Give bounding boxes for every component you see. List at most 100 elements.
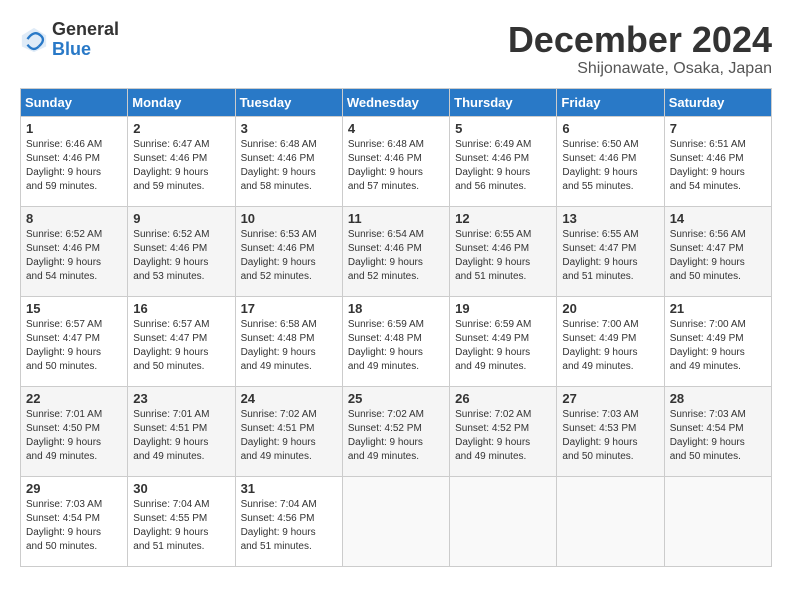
calendar-cell: 14 Sunrise: 6:56 AMSunset: 4:47 PMDayligh… bbox=[664, 206, 771, 296]
calendar-cell: 19 Sunrise: 6:59 AMSunset: 4:49 PMDayligh… bbox=[450, 296, 557, 386]
cell-content: Sunrise: 6:59 AMSunset: 4:48 PMDaylight:… bbox=[348, 319, 424, 372]
calendar-cell: 10Sunrise: 6:53 AMSunset: 4:46 PMDayligh… bbox=[235, 206, 342, 296]
calendar-cell bbox=[557, 476, 664, 566]
cell-content: Sunrise: 6:55 AMSunset: 4:46 PMDaylight:… bbox=[455, 229, 531, 282]
day-number: 13 bbox=[562, 211, 658, 226]
header-wednesday: Wednesday bbox=[342, 88, 449, 116]
calendar-cell: 27 Sunrise: 7:03 AMSunset: 4:53 PMDayligh… bbox=[557, 386, 664, 476]
logo: General Blue bbox=[20, 20, 119, 60]
cell-content: Sunrise: 6:55 AMSunset: 4:47 PMDaylight:… bbox=[562, 229, 638, 282]
calendar-cell: 6 Sunrise: 6:50 AMSunset: 4:46 PMDaylight… bbox=[557, 116, 664, 206]
calendar-cell bbox=[342, 476, 449, 566]
day-number: 23 bbox=[133, 391, 229, 406]
day-number: 26 bbox=[455, 391, 551, 406]
week-row-5: 29Sunrise: 7:03 AMSunset: 4:54 PMDayligh… bbox=[21, 476, 772, 566]
day-number: 12 bbox=[455, 211, 551, 226]
day-number: 1 bbox=[26, 121, 122, 136]
calendar-cell: 25 Sunrise: 7:02 AMSunset: 4:52 PMDayligh… bbox=[342, 386, 449, 476]
header-tuesday: Tuesday bbox=[235, 88, 342, 116]
day-number: 25 bbox=[348, 391, 444, 406]
calendar-cell bbox=[450, 476, 557, 566]
day-number: 19 bbox=[455, 301, 551, 316]
cell-content: Sunrise: 6:52 AMSunset: 4:46 PMDaylight:… bbox=[133, 229, 209, 282]
calendar-cell: 11Sunrise: 6:54 AMSunset: 4:46 PMDayligh… bbox=[342, 206, 449, 296]
calendar-cell: 17 Sunrise: 6:58 AMSunset: 4:48 PMDayligh… bbox=[235, 296, 342, 386]
day-number: 6 bbox=[562, 121, 658, 136]
month-title: December 2024 bbox=[508, 20, 772, 60]
calendar-cell: 31Sunrise: 7:04 AMSunset: 4:56 PMDayligh… bbox=[235, 476, 342, 566]
cell-content: Sunrise: 7:03 AMSunset: 4:54 PMDaylight:… bbox=[670, 409, 746, 462]
day-number: 14 bbox=[670, 211, 766, 226]
day-number: 11 bbox=[348, 211, 444, 226]
calendar-cell: 2 Sunrise: 6:47 AMSunset: 4:46 PMDaylight… bbox=[128, 116, 235, 206]
day-number: 29 bbox=[26, 481, 122, 496]
calendar-cell: 15 Sunrise: 6:57 AMSunset: 4:47 PMDayligh… bbox=[21, 296, 128, 386]
cell-content: Sunrise: 6:58 AMSunset: 4:48 PMDaylight:… bbox=[241, 319, 317, 372]
cell-content: Sunrise: 6:48 AMSunset: 4:46 PMDaylight:… bbox=[241, 139, 317, 192]
header-saturday: Saturday bbox=[664, 88, 771, 116]
day-number: 8 bbox=[26, 211, 122, 226]
logo-icon bbox=[20, 26, 48, 54]
location: Shijonawate, Osaka, Japan bbox=[508, 60, 772, 78]
cell-content: Sunrise: 7:02 AMSunset: 4:52 PMDaylight:… bbox=[348, 409, 424, 462]
cell-content: Sunrise: 7:01 AMSunset: 4:51 PMDaylight:… bbox=[133, 409, 209, 462]
cell-content: Sunrise: 7:01 AMSunset: 4:50 PMDaylight:… bbox=[26, 409, 102, 462]
calendar-cell: 28Sunrise: 7:03 AMSunset: 4:54 PMDayligh… bbox=[664, 386, 771, 476]
week-row-3: 15 Sunrise: 6:57 AMSunset: 4:47 PMDayligh… bbox=[21, 296, 772, 386]
day-number: 27 bbox=[562, 391, 658, 406]
calendar-cell: 23 Sunrise: 7:01 AMSunset: 4:51 PMDayligh… bbox=[128, 386, 235, 476]
calendar-cell: 9 Sunrise: 6:52 AMSunset: 4:46 PMDaylight… bbox=[128, 206, 235, 296]
calendar-cell: 5Sunrise: 6:49 AMSunset: 4:46 PMDaylight… bbox=[450, 116, 557, 206]
header-thursday: Thursday bbox=[450, 88, 557, 116]
week-row-4: 22 Sunrise: 7:01 AMSunset: 4:50 PMDayligh… bbox=[21, 386, 772, 476]
header-friday: Friday bbox=[557, 88, 664, 116]
week-row-2: 8 Sunrise: 6:52 AMSunset: 4:46 PMDaylight… bbox=[21, 206, 772, 296]
calendar-cell: 16 Sunrise: 6:57 AMSunset: 4:47 PMDayligh… bbox=[128, 296, 235, 386]
day-number: 20 bbox=[562, 301, 658, 316]
calendar-cell: 7 Sunrise: 6:51 AMSunset: 4:46 PMDaylight… bbox=[664, 116, 771, 206]
day-number: 2 bbox=[133, 121, 229, 136]
cell-content: Sunrise: 6:48 AMSunset: 4:46 PMDaylight:… bbox=[348, 139, 424, 192]
day-number: 22 bbox=[26, 391, 122, 406]
cell-content: Sunrise: 7:00 AMSunset: 4:49 PMDaylight:… bbox=[562, 319, 638, 372]
header-row: SundayMondayTuesdayWednesdayThursdayFrid… bbox=[21, 88, 772, 116]
day-number: 31 bbox=[241, 481, 337, 496]
calendar-cell: 29Sunrise: 7:03 AMSunset: 4:54 PMDayligh… bbox=[21, 476, 128, 566]
day-number: 16 bbox=[133, 301, 229, 316]
day-number: 17 bbox=[241, 301, 337, 316]
day-number: 9 bbox=[133, 211, 229, 226]
day-number: 3 bbox=[241, 121, 337, 136]
day-number: 30 bbox=[133, 481, 229, 496]
day-number: 4 bbox=[348, 121, 444, 136]
header-sunday: Sunday bbox=[21, 88, 128, 116]
cell-content: Sunrise: 6:57 AMSunset: 4:47 PMDaylight:… bbox=[26, 319, 102, 372]
calendar-cell: 4 Sunrise: 6:48 AMSunset: 4:46 PMDaylight… bbox=[342, 116, 449, 206]
calendar-cell: 20 Sunrise: 7:00 AMSunset: 4:49 PMDayligh… bbox=[557, 296, 664, 386]
logo-general: General bbox=[52, 20, 119, 40]
cell-content: Sunrise: 6:51 AMSunset: 4:46 PMDaylight:… bbox=[670, 139, 746, 192]
calendar-cell: 18 Sunrise: 6:59 AMSunset: 4:48 PMDayligh… bbox=[342, 296, 449, 386]
day-number: 7 bbox=[670, 121, 766, 136]
calendar-cell: 3 Sunrise: 6:48 AMSunset: 4:46 PMDaylight… bbox=[235, 116, 342, 206]
day-number: 21 bbox=[670, 301, 766, 316]
calendar-cell: 8 Sunrise: 6:52 AMSunset: 4:46 PMDaylight… bbox=[21, 206, 128, 296]
cell-content: Sunrise: 6:50 AMSunset: 4:46 PMDaylight:… bbox=[562, 139, 638, 192]
cell-content: Sunrise: 7:03 AMSunset: 4:53 PMDaylight:… bbox=[562, 409, 638, 462]
day-number: 24 bbox=[241, 391, 337, 406]
cell-content: Sunrise: 6:47 AMSunset: 4:46 PMDaylight:… bbox=[133, 139, 209, 192]
day-number: 10 bbox=[241, 211, 337, 226]
cell-content: Sunrise: 6:49 AMSunset: 4:46 PMDaylight:… bbox=[455, 139, 531, 192]
calendar-cell: 21Sunrise: 7:00 AMSunset: 4:49 PMDayligh… bbox=[664, 296, 771, 386]
cell-content: Sunrise: 6:56 AMSunset: 4:47 PMDaylight:… bbox=[670, 229, 746, 282]
cell-content: Sunrise: 6:59 AMSunset: 4:49 PMDaylight:… bbox=[455, 319, 531, 372]
cell-content: Sunrise: 6:52 AMSunset: 4:46 PMDaylight:… bbox=[26, 229, 102, 282]
calendar-table: SundayMondayTuesdayWednesdayThursdayFrid… bbox=[20, 88, 772, 567]
page-header: General Blue December 2024 Shijonawate, … bbox=[20, 20, 772, 78]
day-number: 18 bbox=[348, 301, 444, 316]
cell-content: Sunrise: 7:02 AMSunset: 4:52 PMDaylight:… bbox=[455, 409, 531, 462]
cell-content: Sunrise: 7:04 AMSunset: 4:55 PMDaylight:… bbox=[133, 499, 209, 552]
title-block: December 2024 Shijonawate, Osaka, Japan bbox=[508, 20, 772, 78]
day-number: 15 bbox=[26, 301, 122, 316]
cell-content: Sunrise: 6:57 AMSunset: 4:47 PMDaylight:… bbox=[133, 319, 209, 372]
calendar-cell bbox=[664, 476, 771, 566]
